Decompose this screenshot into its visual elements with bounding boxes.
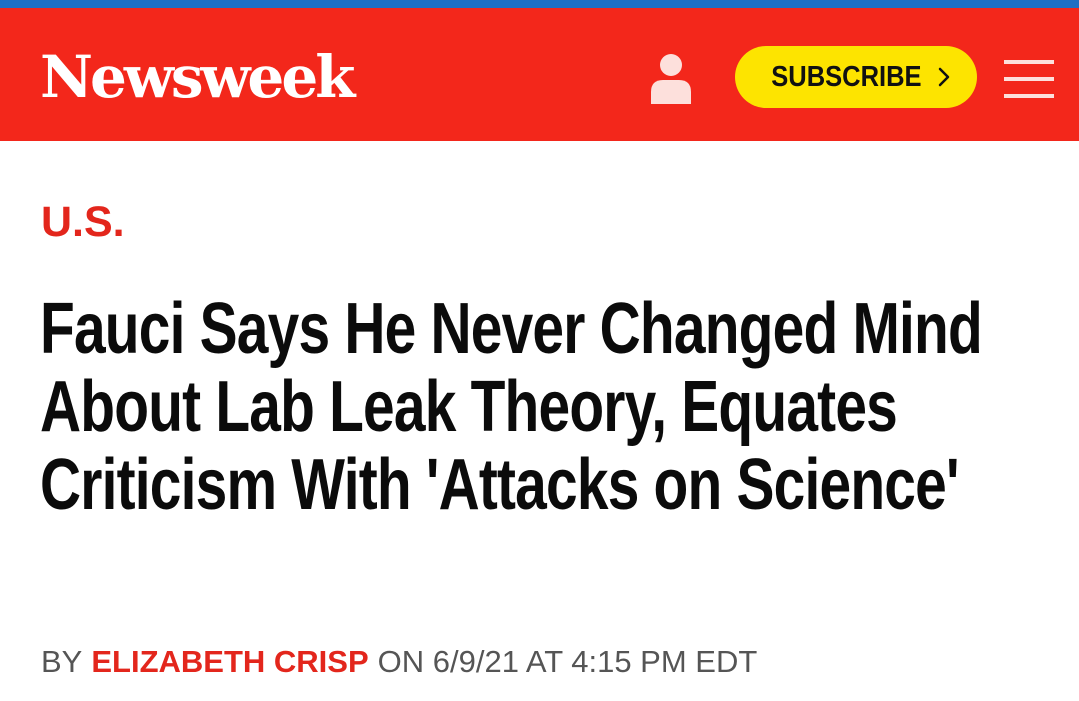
article-headline: Fauci Says He Never Changed Mind About L… [40,290,1050,524]
byline: BY ELIZABETH CRISP ON 6/9/21 AT 4:15 PM … [41,640,757,684]
user-icon[interactable] [650,52,692,104]
subscribe-button[interactable]: SUBSCRIBE [735,46,977,108]
section-label[interactable]: U.S. [41,196,125,248]
byline-prefix: BY [41,644,83,679]
headline-text: Fauci Says He Never Changed Mind About L… [40,289,983,525]
chevron-right-icon [939,67,950,87]
hamburger-menu-icon[interactable] [1004,60,1054,98]
publish-date: ON 6/9/21 AT 4:15 PM EDT [377,644,758,679]
site-header: Newsweek SUBSCRIBE [0,8,1079,141]
newsweek-logo[interactable]: Newsweek [40,42,355,112]
top-accent-strip [0,0,1079,8]
subscribe-label: SUBSCRIBE [770,60,922,93]
author-link[interactable]: ELIZABETH CRISP [91,644,368,680]
